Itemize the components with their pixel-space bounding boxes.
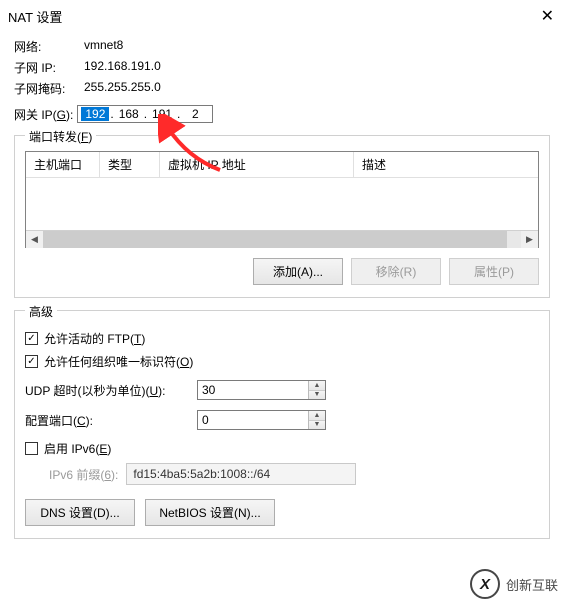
scroll-left-icon[interactable]: ◀ — [26, 231, 43, 248]
col-vm-ip[interactable]: 虚拟机 IP 地址 — [160, 152, 354, 177]
properties-button: 属性(P) — [449, 258, 539, 285]
port-forward-legend: 端口转发(F) — [25, 128, 96, 145]
subnet-ip-row: 子网 IP: 192.168.191.0 — [14, 59, 550, 76]
spin-down-icon[interactable]: ▼ — [309, 390, 325, 400]
config-port-stepper[interactable]: 0 ▲ ▼ — [197, 410, 326, 430]
ipv6-prefix-label: IPv6 前缀(6): — [49, 466, 118, 483]
network-value: vmnet8 — [84, 38, 123, 55]
config-port-row: 配置端口(C): 0 ▲ ▼ — [25, 410, 539, 430]
scroll-track[interactable] — [43, 231, 521, 248]
config-port-label: 配置端口(C): — [25, 412, 197, 429]
col-type[interactable]: 类型 — [100, 152, 160, 177]
ip-octet-3[interactable]: 191 — [148, 107, 176, 121]
port-forward-table[interactable]: 主机端口 类型 虚拟机 IP 地址 描述 ◀ ▶ — [25, 151, 539, 248]
port-forward-group: 端口转发(F) 主机端口 类型 虚拟机 IP 地址 描述 ◀ ▶ 添加(A)..… — [14, 135, 550, 298]
udp-timeout-stepper[interactable]: 30 ▲ ▼ — [197, 380, 326, 400]
spin-down-icon[interactable]: ▼ — [309, 420, 325, 430]
subnet-ip-value: 192.168.191.0 — [84, 59, 161, 76]
table-body[interactable] — [26, 178, 538, 230]
subnet-mask-label: 子网掩码: — [14, 80, 84, 97]
ipv6-prefix-row: IPv6 前缀(6): fd15:4ba5:5a2b:1008::/64 — [49, 463, 539, 485]
subnet-mask-row: 子网掩码: 255.255.255.0 — [14, 80, 550, 97]
dns-settings-button[interactable]: DNS 设置(D)... — [25, 499, 135, 526]
gateway-row: 网关 IP(G): 192. 168. 191. 2 — [14, 105, 550, 123]
table-header: 主机端口 类型 虚拟机 IP 地址 描述 — [26, 152, 538, 178]
ip-octet-4[interactable]: 2 — [181, 107, 209, 121]
gateway-ip-field[interactable]: 192. 168. 191. 2 — [77, 105, 213, 123]
udp-timeout-row: UDP 超时(以秒为单位)(U): 30 ▲ ▼ — [25, 380, 539, 400]
checkbox-unchecked-icon[interactable] — [25, 442, 38, 455]
scroll-thumb[interactable] — [43, 231, 507, 248]
advanced-group: 高级 ✓ 允许活动的 FTP(T) ✓ 允许任何组织唯一标识符(O) UDP 超… — [14, 310, 550, 539]
content-area: 网络: vmnet8 子网 IP: 192.168.191.0 子网掩码: 25… — [0, 32, 564, 539]
h-scrollbar[interactable]: ◀ ▶ — [26, 230, 538, 247]
watermark-logo-icon: X — [470, 569, 500, 599]
config-port-input[interactable]: 0 — [198, 411, 308, 429]
watermark-text: 创新互联 — [506, 575, 558, 594]
ipv6-prefix-input: fd15:4ba5:5a2b:1008::/64 — [126, 463, 356, 485]
udp-timeout-label: UDP 超时(以秒为单位)(U): — [25, 382, 197, 399]
port-forward-buttons: 添加(A)... 移除(R) 属性(P) — [25, 258, 539, 285]
advanced-buttons: DNS 设置(D)... NetBIOS 设置(N)... — [25, 499, 539, 526]
spin-up-icon[interactable]: ▲ — [309, 411, 325, 420]
ip-octet-1[interactable]: 192 — [81, 107, 109, 121]
remove-button: 移除(R) — [351, 258, 441, 285]
scroll-right-icon[interactable]: ▶ — [521, 231, 538, 248]
subnet-ip-label: 子网 IP: — [14, 59, 84, 76]
gateway-label: 网关 IP(G): — [14, 106, 73, 123]
ip-octet-2[interactable]: 168 — [115, 107, 143, 121]
enable-ipv6-checkbox[interactable]: 启用 IPv6(E) — [25, 440, 539, 457]
checkbox-checked-icon[interactable]: ✓ — [25, 332, 38, 345]
network-row: 网络: vmnet8 — [14, 38, 550, 55]
spin-up-icon[interactable]: ▲ — [309, 381, 325, 390]
close-icon[interactable]: ✕ — [541, 6, 554, 26]
col-host-port[interactable]: 主机端口 — [26, 152, 100, 177]
allow-ftp-checkbox[interactable]: ✓ 允许活动的 FTP(T) — [25, 330, 539, 347]
watermark: X 创新互联 — [470, 569, 558, 599]
allow-oui-checkbox[interactable]: ✓ 允许任何组织唯一标识符(O) — [25, 353, 539, 370]
col-desc[interactable]: 描述 — [354, 152, 538, 177]
network-label: 网络: — [14, 38, 84, 55]
add-button[interactable]: 添加(A)... — [253, 258, 343, 285]
netbios-settings-button[interactable]: NetBIOS 设置(N)... — [145, 499, 275, 526]
titlebar: NAT 设置 ✕ — [0, 0, 564, 32]
dialog-title: NAT 设置 — [8, 7, 62, 26]
advanced-legend: 高级 — [25, 303, 57, 320]
udp-timeout-input[interactable]: 30 — [198, 381, 308, 399]
subnet-mask-value: 255.255.255.0 — [84, 80, 161, 97]
checkbox-checked-icon[interactable]: ✓ — [25, 355, 38, 368]
